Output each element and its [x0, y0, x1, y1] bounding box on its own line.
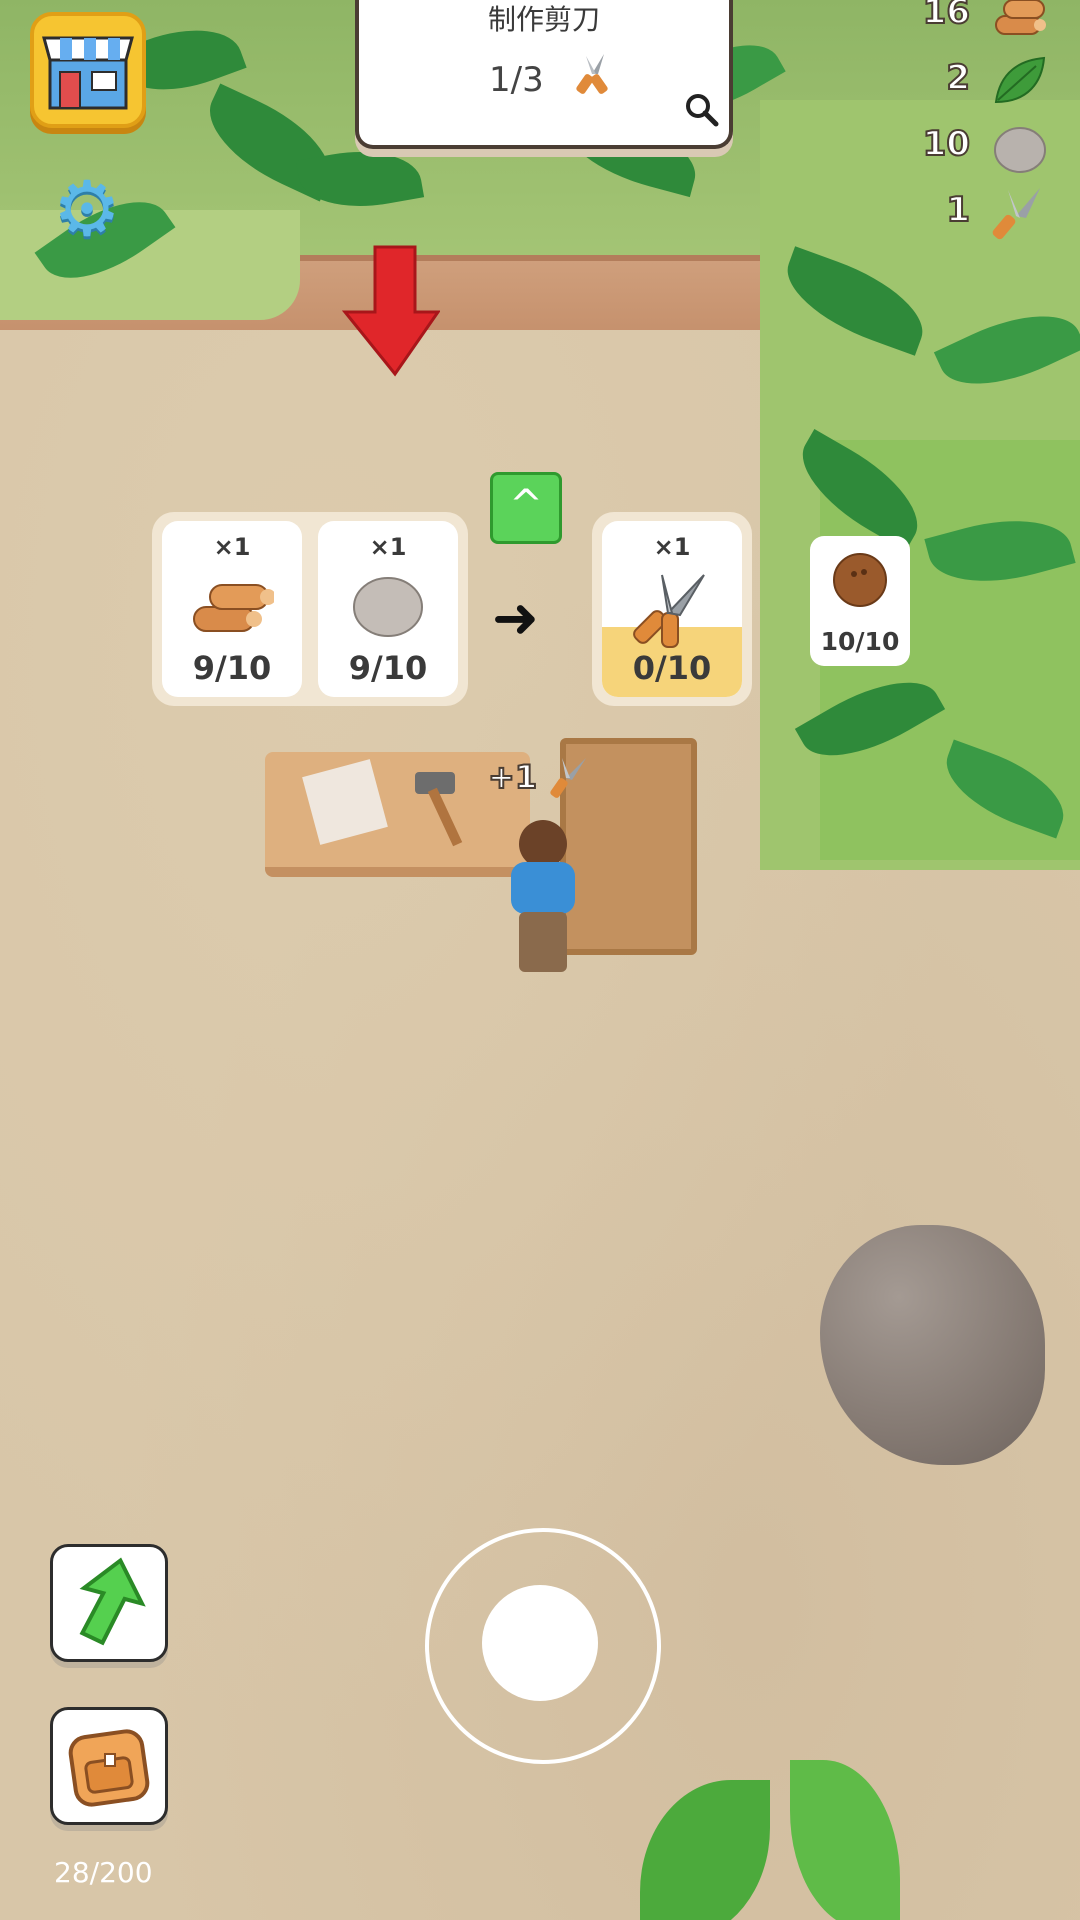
gear-icon: ⚙ — [52, 164, 122, 253]
quest-progress: 1/3 — [489, 60, 544, 100]
storage-capacity: 28/200 — [54, 1856, 153, 1889]
backpack-icon — [68, 1729, 150, 1807]
resource-shears: 1 — [870, 184, 1050, 244]
input-slot-stone: ×1 9/10 — [318, 521, 458, 697]
recipe-output: ×1 0/10 — [592, 512, 752, 706]
input-wood-count: 9/10 — [192, 649, 272, 687]
shop-button[interactable] — [30, 12, 146, 128]
coconut-count: 10/10 — [820, 627, 900, 656]
recipe-inputs: ×1 9/10 ×1 9/10 — [152, 512, 468, 706]
green-up-arrow-icon — [79, 1557, 146, 1646]
resource-leaf: 2 — [870, 52, 1050, 112]
upgrade-workbench-button[interactable]: ^ — [490, 472, 562, 544]
joystick-knob[interactable] — [482, 1585, 598, 1701]
upgrade-button[interactable] — [50, 1544, 168, 1662]
stone-icon — [353, 577, 423, 637]
wood-logs-icon — [193, 584, 274, 632]
resource-stone-count: 10 — [922, 123, 971, 165]
resource-shears-count: 1 — [945, 189, 971, 231]
input-stone-multiplier: ×1 — [369, 533, 407, 561]
resource-wood: 16 — [870, 0, 1050, 46]
player-character — [505, 820, 581, 980]
quest-title: 制作剪刀 — [487, 3, 600, 36]
output-slot-shears: ×1 0/10 — [602, 521, 742, 697]
backpack-button[interactable] — [50, 1707, 168, 1825]
wood-logs-icon — [995, 0, 1046, 35]
input-slot-wood: ×1 9/10 — [162, 521, 302, 697]
resource-leaf-count: 2 — [945, 57, 971, 99]
coconut-card: 10/10 — [810, 536, 910, 666]
shop-icon — [42, 36, 134, 110]
leaf-icon — [994, 56, 1046, 104]
shears-icon — [550, 758, 586, 798]
coconut-icon — [833, 553, 887, 607]
right-arrow-icon: ➜ — [492, 586, 539, 651]
input-wood-multiplier: ×1 — [213, 533, 251, 561]
red-down-arrow-icon — [341, 245, 440, 377]
settings-button[interactable]: ⚙ — [48, 170, 126, 248]
shears-icon — [633, 574, 705, 648]
floating-reward-text: +1 — [487, 757, 538, 797]
resource-stone: 10 — [870, 118, 1050, 178]
magnifier-icon[interactable] — [684, 92, 720, 128]
resource-wood-count: 16 — [922, 0, 971, 33]
game-scene[interactable]: ⚙ 制作剪刀 1/3 16 2 10 1 ^ ×1 9/10 ×1 9/10 ➜… — [0, 0, 1080, 1920]
shears-icon — [992, 188, 1040, 240]
chevron-up-icon: ^ — [509, 482, 543, 528]
shears-icon — [576, 54, 608, 94]
stone-icon — [994, 127, 1046, 173]
input-stone-count: 9/10 — [348, 649, 428, 687]
quest-panel[interactable]: 制作剪刀 1/3 — [355, 0, 733, 149]
output-multiplier: ×1 — [653, 533, 691, 561]
output-count: 0/10 — [632, 649, 712, 687]
